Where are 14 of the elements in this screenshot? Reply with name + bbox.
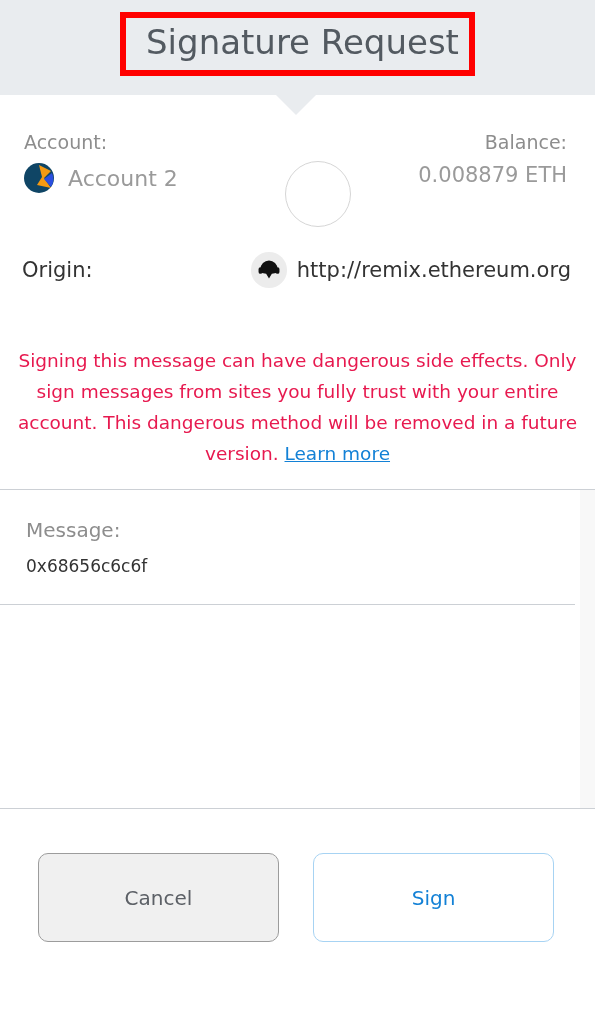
account-avatar-icon xyxy=(24,163,54,193)
site-icon xyxy=(249,251,288,289)
sign-button[interactable]: Sign xyxy=(313,853,554,942)
origin-url: http://remix.ethereum.org xyxy=(296,258,571,282)
balance-label: Balance: xyxy=(483,131,567,153)
learn-more-link[interactable]: Learn more xyxy=(284,443,390,464)
origin-label: Origin: xyxy=(22,258,93,282)
account-label: Account: xyxy=(24,131,109,153)
cancel-button[interactable]: Cancel xyxy=(38,853,279,942)
message-value: 0x68656c6c6f xyxy=(26,556,149,576)
account-name: Account 2 xyxy=(68,165,178,191)
window-title: Signature Request xyxy=(146,22,459,62)
balance-value: 0.008879 ETH xyxy=(418,163,567,187)
message-label: Message: xyxy=(26,518,122,542)
